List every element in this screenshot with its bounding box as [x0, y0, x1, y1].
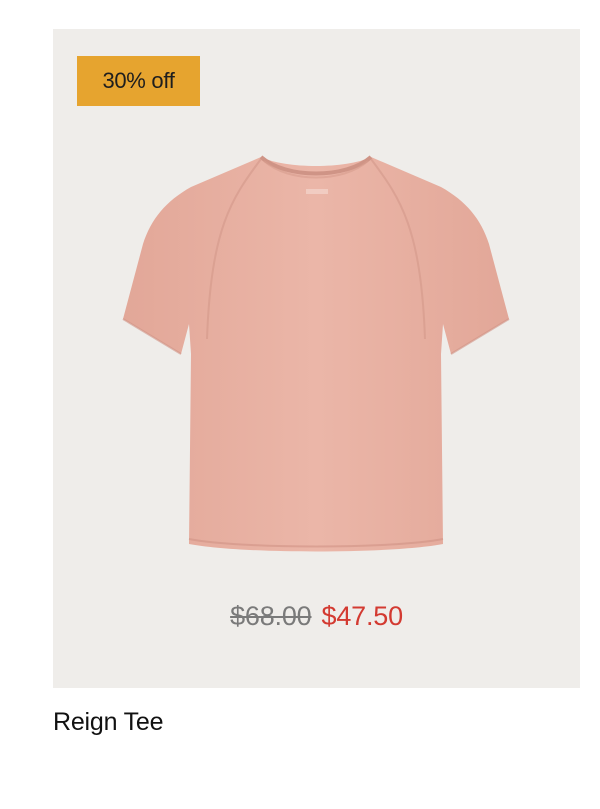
product-image-tshirt[interactable]: [111, 149, 521, 559]
product-name-link[interactable]: Reign Tee: [53, 708, 164, 737]
sale-price: $47.50: [321, 601, 404, 631]
discount-badge-label: 30% off: [102, 68, 175, 93]
original-price: $68.00: [230, 601, 312, 631]
price-row: $68.00 $47.50: [53, 601, 580, 632]
product-card[interactable]: 30% off $68.00 $47.50: [53, 29, 580, 688]
discount-badge: 30% off: [77, 56, 200, 106]
